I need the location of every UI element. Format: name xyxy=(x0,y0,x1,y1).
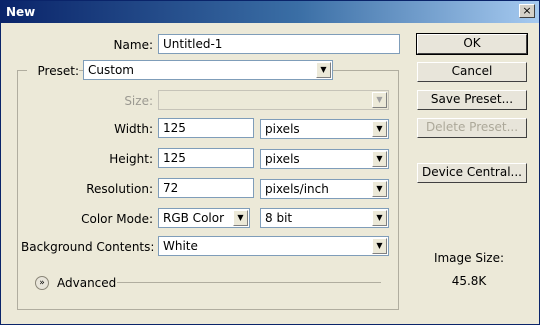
preset-select[interactable]: Custom ▼ xyxy=(83,60,333,80)
window-title: New xyxy=(6,5,36,19)
cancel-button[interactable]: Cancel xyxy=(417,62,527,82)
resolution-unit-select[interactable]: pixels/inch ▼ xyxy=(260,179,389,199)
chevron-down-icon: ▼ xyxy=(233,210,248,226)
bit-depth-select[interactable]: 8 bit ▼ xyxy=(260,208,389,228)
width-unit-select[interactable]: pixels ▼ xyxy=(260,119,389,139)
preset-value: Custom xyxy=(88,63,134,77)
chevron-down-icon: ▼ xyxy=(372,210,387,226)
size-label: Size: xyxy=(124,94,153,108)
new-document-dialog: New × Name: Untitled-1 Preset: Custom ▼ … xyxy=(0,0,540,325)
color-mode-value: RGB Color xyxy=(163,211,225,225)
height-unit-value: pixels xyxy=(265,152,300,166)
bit-depth-value: 8 bit xyxy=(265,211,293,225)
ok-button[interactable]: OK xyxy=(416,33,528,55)
chevron-down-icon: ▼ xyxy=(316,62,331,78)
height-input[interactable]: 125 xyxy=(158,148,254,168)
delete-preset-button[interactable]: Delete Preset... xyxy=(417,118,527,138)
background-contents-select[interactable]: White ▼ xyxy=(158,236,389,256)
device-central-button[interactable]: Device Central... xyxy=(417,163,527,183)
image-size-value: 45.8K xyxy=(451,274,487,288)
advanced-divider xyxy=(117,282,381,283)
title-bar[interactable]: New × xyxy=(1,1,539,23)
size-select[interactable]: ▼ xyxy=(158,90,389,110)
close-button[interactable]: × xyxy=(519,4,535,18)
chevron-down-icon: ▼ xyxy=(372,151,387,167)
name-label: Name: xyxy=(113,38,153,52)
advanced-toggle-icon[interactable]: » xyxy=(35,276,49,290)
background-contents-label: Background Contents: xyxy=(21,240,155,254)
width-input[interactable]: 125 xyxy=(158,118,254,138)
resolution-input[interactable]: 72 xyxy=(158,178,254,198)
preset-label: Preset: xyxy=(37,64,79,78)
width-unit-value: pixels xyxy=(265,122,300,136)
name-input[interactable]: Untitled-1 xyxy=(158,34,400,54)
save-preset-button[interactable]: Save Preset... xyxy=(417,90,527,110)
chevron-down-icon: ▼ xyxy=(372,181,387,197)
height-unit-select[interactable]: pixels ▼ xyxy=(260,149,389,169)
background-contents-value: White xyxy=(163,239,198,253)
height-label: Height: xyxy=(109,152,153,166)
image-size-label: Image Size: xyxy=(433,251,505,265)
chevron-down-icon: ▼ xyxy=(372,92,387,108)
resolution-label: Resolution: xyxy=(86,182,153,196)
width-label: Width: xyxy=(114,122,153,136)
resolution-unit-value: pixels/inch xyxy=(265,182,329,196)
color-mode-select[interactable]: RGB Color ▼ xyxy=(158,208,250,228)
advanced-label[interactable]: Advanced xyxy=(57,276,116,290)
chevron-down-icon: ▼ xyxy=(372,238,387,254)
color-mode-label: Color Mode: xyxy=(81,212,153,226)
chevron-down-icon: ▼ xyxy=(372,121,387,137)
